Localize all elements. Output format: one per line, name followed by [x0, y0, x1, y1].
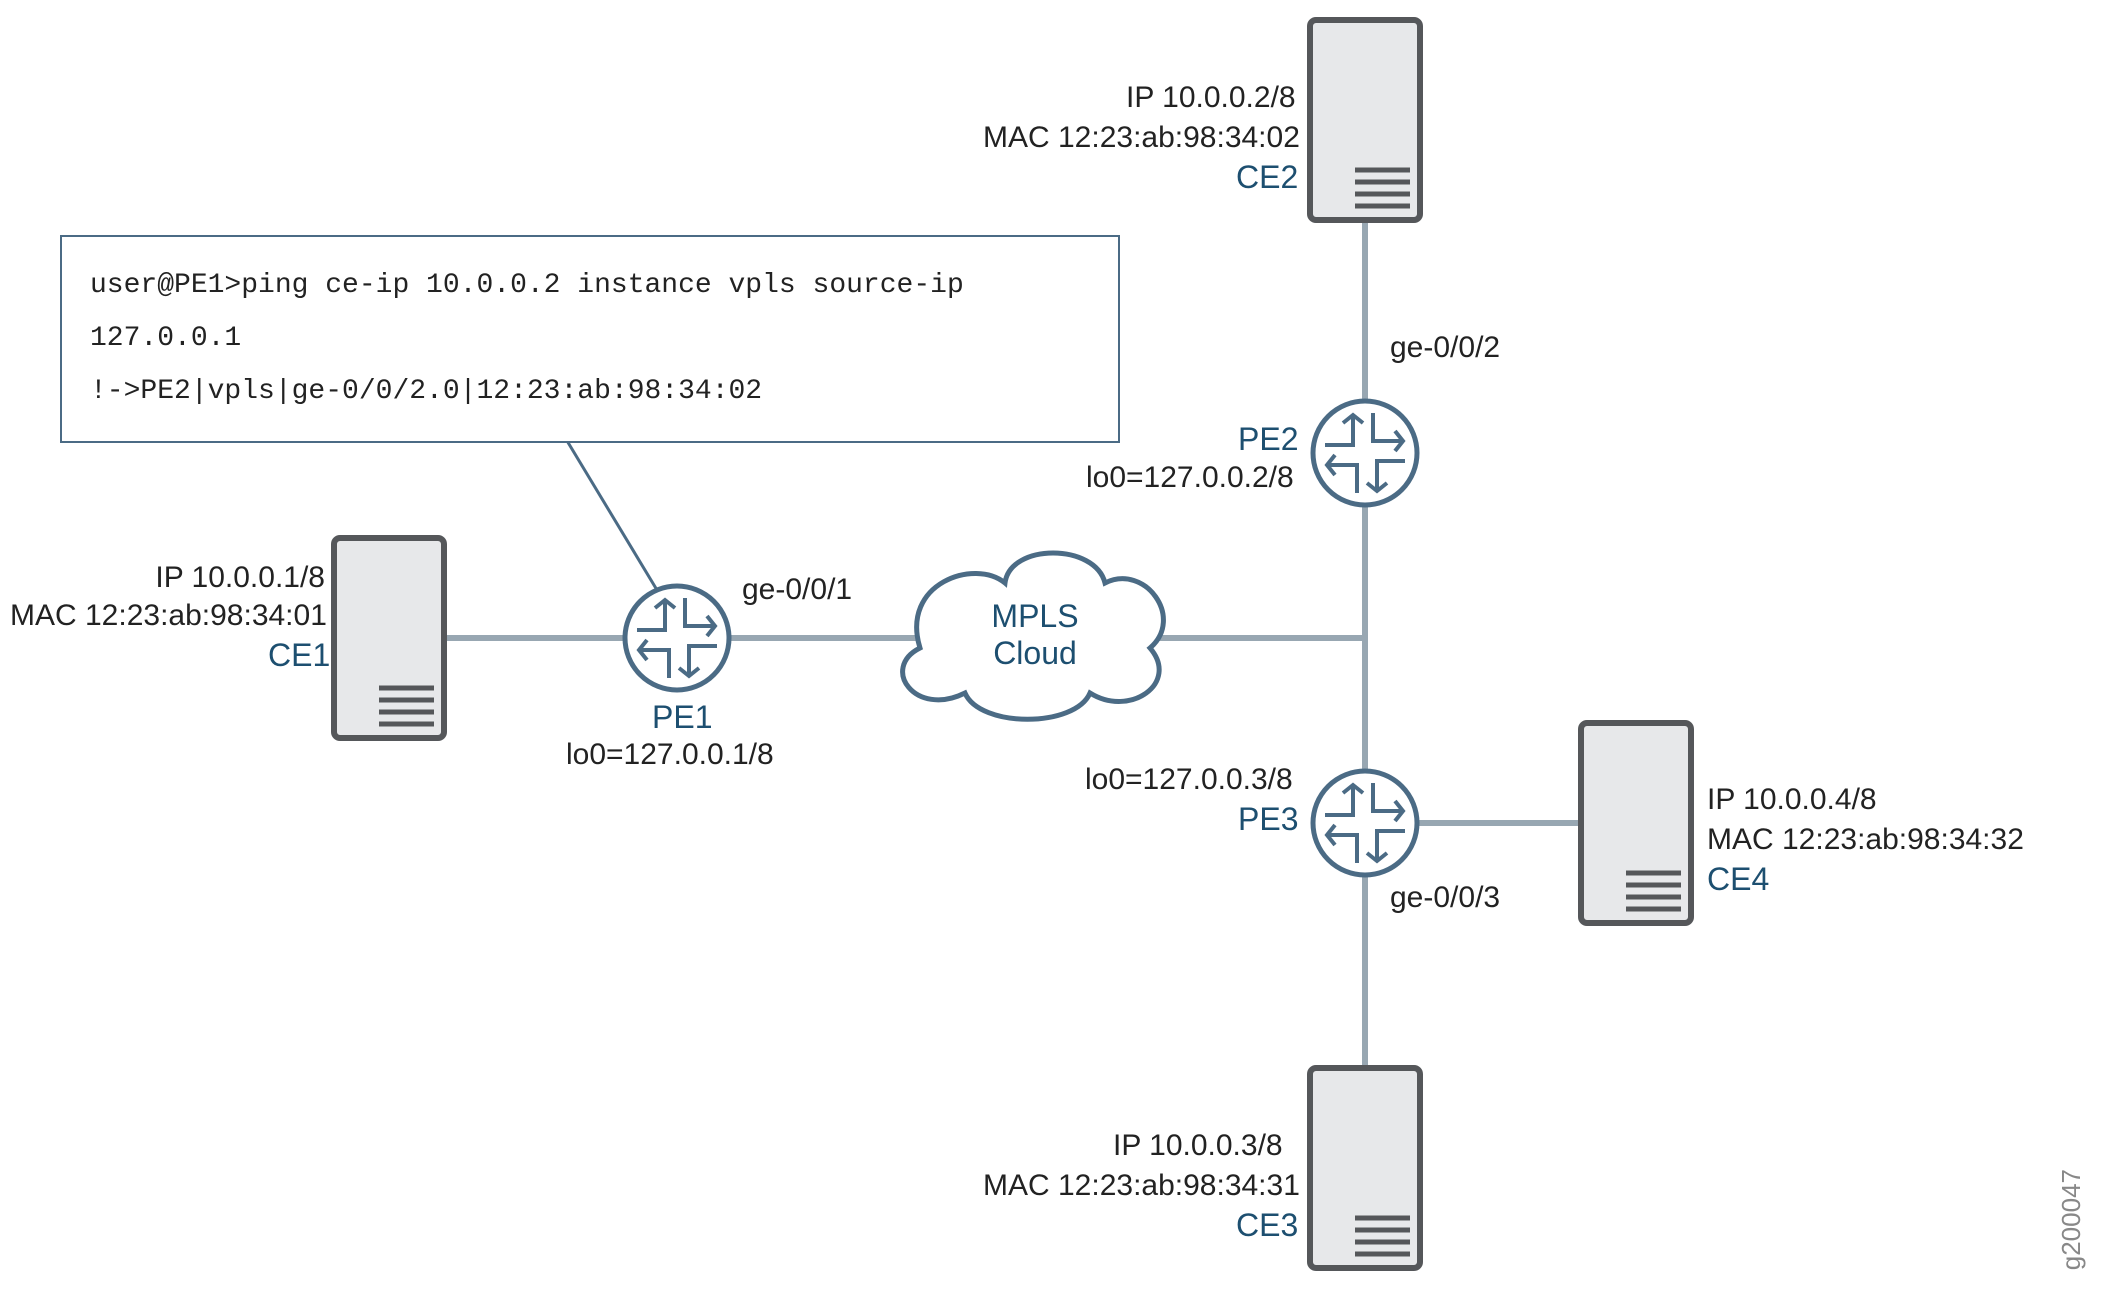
ce4-name: CE4 [1707, 860, 1769, 898]
ce2-device-icon [1310, 20, 1420, 220]
ce4-ip: IP 10.0.0.4/8 [1707, 782, 1877, 818]
ce3-ip: IP 10.0.0.3/8 [1113, 1128, 1283, 1164]
pe2-iface: ge-0/0/2 [1390, 330, 1500, 366]
cloud-label-bot: Cloud [985, 635, 1085, 672]
pe3-router-icon [1313, 771, 1417, 875]
ce2-name: CE2 [1236, 158, 1298, 196]
ce1-ip: IP 10.0.0.1/8 [155, 560, 325, 596]
ce2-ip: IP 10.0.0.2/8 [1126, 80, 1296, 116]
pe1-lo: lo0=127.0.0.1/8 [566, 737, 774, 773]
callout-line-2: !->PE2|vpls|ge-0/0/2.0|12:23:ab:98:34:02 [90, 365, 1090, 418]
ce1-device-icon [334, 538, 444, 738]
ce4-mac: MAC 12:23:ab:98:34:32 [1707, 822, 2024, 858]
diagram-canvas: user@PE1>ping ce-ip 10.0.0.2 instance vp… [0, 0, 2101, 1290]
ce1-name: CE1 [268, 636, 330, 674]
ce4-device-icon [1581, 723, 1691, 923]
pe3-lo: lo0=127.0.0.3/8 [1085, 762, 1293, 798]
pe3-name: PE3 [1238, 800, 1298, 838]
pe3-iface: ge-0/0/3 [1390, 880, 1500, 916]
cloud-label: MPLS Cloud [985, 598, 1085, 672]
diagram-id: g200047 [2056, 1169, 2087, 1270]
ce3-name: CE3 [1236, 1206, 1298, 1244]
callout-line-1: user@PE1>ping ce-ip 10.0.0.2 instance vp… [90, 259, 1090, 365]
pe1-name: PE1 [652, 698, 712, 736]
callout-box: user@PE1>ping ce-ip 10.0.0.2 instance vp… [60, 235, 1120, 443]
ce1-mac: MAC 12:23:ab:98:34:01 [10, 598, 325, 634]
pe2-lo: lo0=127.0.0.2/8 [1086, 460, 1294, 496]
ce3-mac: MAC 12:23:ab:98:34:31 [983, 1168, 1300, 1204]
ce3-device-icon [1310, 1068, 1420, 1268]
pe2-router-icon [1313, 401, 1417, 505]
pe1-router-icon [625, 586, 729, 690]
pe1-iface: ge-0/0/1 [742, 572, 852, 608]
ce2-mac: MAC 12:23:ab:98:34:02 [983, 120, 1300, 156]
pe2-name: PE2 [1238, 420, 1298, 458]
cloud-label-top: MPLS [985, 598, 1085, 635]
